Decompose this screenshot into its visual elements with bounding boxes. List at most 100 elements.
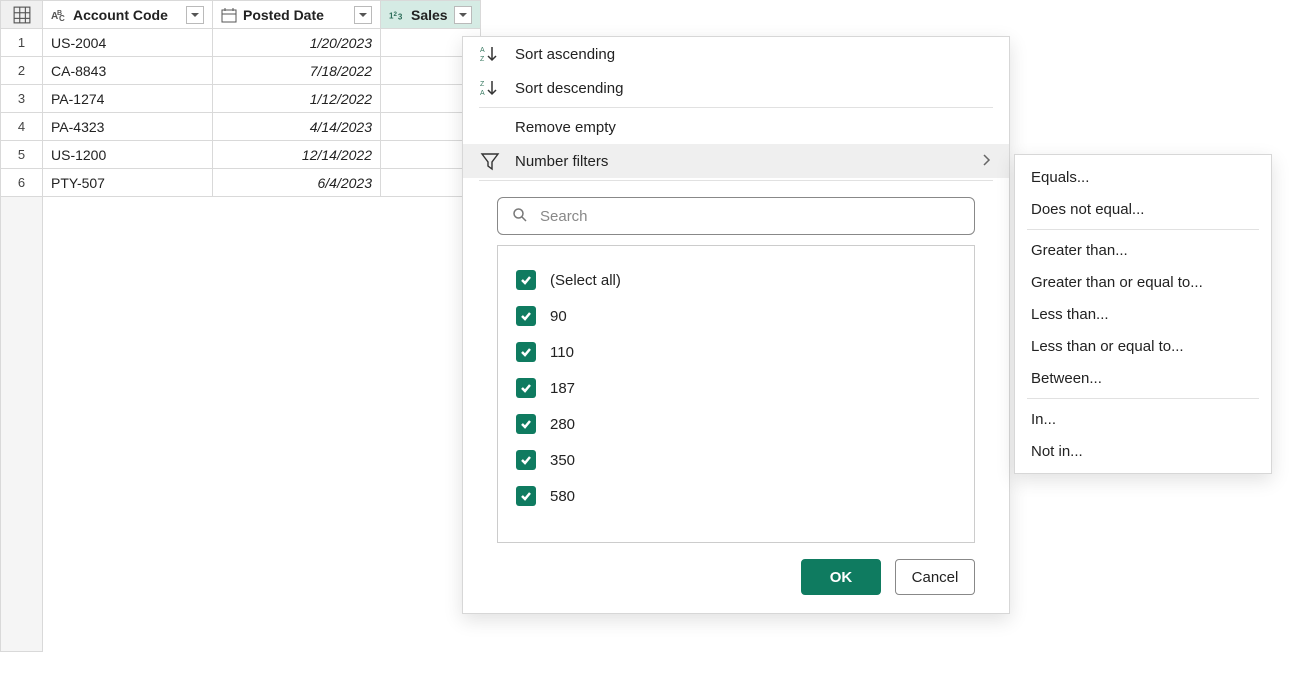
table-row[interactable]: 4 PA-4323 4/14/2023 (1, 113, 481, 141)
cell-account[interactable]: PTY-507 (43, 169, 213, 197)
filter-less-than-or-equal[interactable]: Less than or equal to... (1015, 330, 1271, 362)
table-row[interactable]: 6 PTY-507 6/4/2023 (1, 169, 481, 197)
search-icon (512, 207, 528, 226)
checkbox-checked-icon[interactable] (516, 270, 536, 290)
sort-desc-icon: ZA (479, 78, 501, 98)
dialog-buttons: OK Cancel (463, 543, 1009, 595)
chevron-right-icon (981, 153, 993, 170)
separator (1027, 398, 1259, 399)
cell-account[interactable]: US-1200 (43, 141, 213, 169)
filter-value-label: (Select all) (550, 272, 621, 289)
filter-value-item[interactable]: 110 (516, 334, 956, 370)
checkbox-checked-icon[interactable] (516, 342, 536, 362)
checkbox-checked-icon[interactable] (516, 450, 536, 470)
filter-value-item[interactable]: 280 (516, 406, 956, 442)
cell-date[interactable]: 7/18/2022 (213, 57, 381, 85)
table-icon (13, 6, 31, 24)
cell-date[interactable]: 6/4/2023 (213, 169, 381, 197)
column-filter-dropdown: AZ Sort ascending ZA Sort descending Rem… (462, 36, 1010, 614)
table-row[interactable]: 1 US-2004 1/20/2023 (1, 29, 481, 57)
header-row: ABC Account Code Posted Date (1, 1, 481, 29)
column-filter-button-date[interactable] (354, 6, 372, 24)
cell-account[interactable]: PA-4323 (43, 113, 213, 141)
filter-value-label: 187 (550, 380, 575, 397)
filter-not-in[interactable]: Not in... (1015, 435, 1271, 467)
separator (479, 180, 993, 181)
table-row[interactable]: 3 PA-1274 1/12/2022 (1, 85, 481, 113)
checkbox-checked-icon[interactable] (516, 414, 536, 434)
cell-date[interactable]: 12/14/2022 (213, 141, 381, 169)
row-number[interactable]: 5 (1, 141, 43, 169)
number-type-icon: 123 (389, 7, 405, 23)
menu-item-label: Sort ascending (515, 46, 615, 63)
filter-search-box[interactable] (497, 197, 975, 235)
column-header-sales[interactable]: 123 Sales (381, 1, 481, 29)
column-filter-button-account[interactable] (186, 6, 204, 24)
remove-empty-item[interactable]: Remove empty (463, 110, 1009, 144)
separator (479, 107, 993, 108)
cell-date[interactable]: 1/20/2023 (213, 29, 381, 57)
filter-value-label: 580 (550, 488, 575, 505)
filter-greater-than[interactable]: Greater than... (1015, 234, 1271, 266)
column-header-label: Account Code (73, 7, 168, 23)
menu-item-label: Sort descending (515, 80, 623, 97)
filter-search-input[interactable] (538, 207, 960, 226)
table-row[interactable]: 5 US-1200 12/14/2022 (1, 141, 481, 169)
cell-account[interactable]: CA-8843 (43, 57, 213, 85)
filter-greater-than-or-equal[interactable]: Greater than or equal to... (1015, 266, 1271, 298)
row-number[interactable]: 6 (1, 169, 43, 197)
svg-text:A: A (480, 90, 485, 97)
checkbox-checked-icon[interactable] (516, 486, 536, 506)
row-number[interactable]: 2 (1, 57, 43, 85)
svg-text:3: 3 (398, 12, 403, 21)
cell-account[interactable]: US-2004 (43, 29, 213, 57)
row-number[interactable]: 3 (1, 85, 43, 113)
column-header-account[interactable]: ABC Account Code (43, 1, 213, 29)
calendar-type-icon (221, 7, 237, 23)
cancel-button[interactable]: Cancel (895, 559, 975, 595)
filter-less-than[interactable]: Less than... (1015, 298, 1271, 330)
separator (1027, 229, 1259, 230)
filter-between[interactable]: Between... (1015, 362, 1271, 394)
svg-text:Z: Z (480, 81, 485, 88)
checkbox-checked-icon[interactable] (516, 378, 536, 398)
column-filter-button-sales[interactable] (454, 6, 472, 24)
filter-value-item[interactable]: 90 (516, 298, 956, 334)
cell-date[interactable]: 1/12/2022 (213, 85, 381, 113)
filter-value-item[interactable]: 350 (516, 442, 956, 478)
column-header-label: Posted Date (243, 7, 324, 23)
filter-equals[interactable]: Equals... (1015, 161, 1271, 193)
filter-does-not-equal[interactable]: Does not equal... (1015, 193, 1271, 225)
filter-value-item[interactable]: 580 (516, 478, 956, 514)
svg-text:A: A (480, 47, 485, 54)
table-row[interactable]: 2 CA-8843 7/18/2022 (1, 57, 481, 85)
filter-value-label: 280 (550, 416, 575, 433)
data-grid: ABC Account Code Posted Date (0, 0, 481, 652)
svg-text:2: 2 (393, 10, 397, 17)
filler (1, 197, 481, 652)
ok-button[interactable]: OK (801, 559, 881, 595)
grid-corner[interactable] (1, 1, 43, 29)
filter-value-label: 90 (550, 308, 567, 325)
sort-asc-icon: AZ (479, 44, 501, 64)
row-number[interactable]: 1 (1, 29, 43, 57)
cell-account[interactable]: PA-1274 (43, 85, 213, 113)
number-filters-item[interactable]: Number filters (463, 144, 1009, 178)
svg-text:C: C (59, 14, 65, 23)
row-number[interactable]: 4 (1, 113, 43, 141)
filter-value-label: 110 (550, 344, 574, 361)
filter-in[interactable]: In... (1015, 403, 1271, 435)
svg-text:Z: Z (480, 56, 485, 63)
cell-date[interactable]: 4/14/2023 (213, 113, 381, 141)
filter-value-item[interactable]: 187 (516, 370, 956, 406)
text-type-icon: ABC (51, 7, 67, 23)
filter-value-select-all[interactable]: (Select all) (516, 262, 956, 298)
sort-descending-item[interactable]: ZA Sort descending (463, 71, 1009, 105)
checkbox-checked-icon[interactable] (516, 306, 536, 326)
column-header-label: Sales (411, 7, 448, 23)
number-filters-submenu: Equals... Does not equal... Greater than… (1014, 154, 1272, 474)
filter-icon (479, 151, 501, 171)
filter-value-label: 350 (550, 452, 575, 469)
column-header-date[interactable]: Posted Date (213, 1, 381, 29)
sort-ascending-item[interactable]: AZ Sort ascending (463, 37, 1009, 71)
